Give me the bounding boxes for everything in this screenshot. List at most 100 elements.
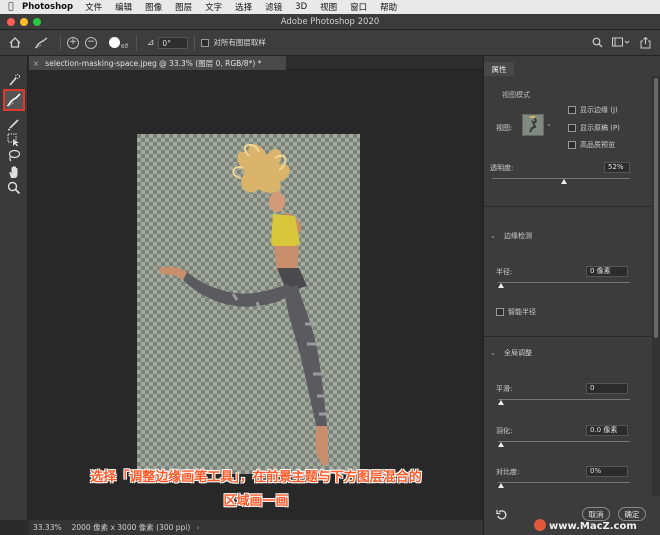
show-edge-checkbox[interactable] <box>568 106 576 114</box>
minimize-window-button[interactable] <box>20 18 28 26</box>
watermark-text: www.MacZ.com <box>549 521 637 532</box>
global-adjust-chevron-icon[interactable]: ⌄ <box>490 349 496 357</box>
menu-3d[interactable]: 3D <box>295 2 307 12</box>
section-divider <box>484 336 652 337</box>
status-bar: 33.33% 2000 像素 x 3000 像素 (300 ppi) › <box>29 520 483 535</box>
menu-image[interactable]: 图像 <box>145 1 162 13</box>
smooth-slider-thumb[interactable] <box>498 400 504 405</box>
contrast-slider-thumb[interactable] <box>498 483 504 488</box>
restore-edge-icon[interactable]: − <box>85 36 97 49</box>
menu-filter[interactable]: 滤镜 <box>265 1 282 13</box>
app-menu[interactable]: Photoshop <box>22 2 73 12</box>
angle-icon: ⊿ <box>146 37 155 48</box>
smart-radius-label: 智能半径 <box>508 308 536 316</box>
show-edge-label: 显示边缘 (J) <box>580 106 618 114</box>
show-original-checkbox[interactable] <box>568 124 576 132</box>
brush-size-value: 60 <box>121 44 128 50</box>
hq-preview-label: 高品质预览 <box>580 141 615 149</box>
apple-icon[interactable]:  <box>0 2 22 12</box>
dancer-photo <box>159 143 329 466</box>
edge-detection-chevron-icon[interactable]: ⌄ <box>490 232 496 240</box>
separator <box>194 34 196 51</box>
sample-all-layers-checkbox[interactable] <box>201 38 210 47</box>
watermark: www.MacZ.com <box>534 519 637 532</box>
quick-selection-tool-icon[interactable] <box>6 72 22 88</box>
contrast-field[interactable]: 0% <box>586 466 628 477</box>
feather-label: 羽化: <box>496 427 513 435</box>
smooth-slider[interactable] <box>498 399 630 400</box>
brush-size-picker[interactable] <box>109 37 120 48</box>
radius-slider[interactable] <box>498 282 630 283</box>
menu-layer[interactable]: 图层 <box>175 1 192 13</box>
zoom-level[interactable]: 33.33% <box>33 523 62 532</box>
opacity-slider-thumb[interactable] <box>560 179 567 184</box>
refine-edge-brush-tool-icon[interactable] <box>3 89 25 111</box>
menu-edit[interactable]: 编辑 <box>115 1 132 13</box>
feather-field[interactable]: 0.0 像素 <box>586 425 628 436</box>
lasso-tool-icon[interactable] <box>6 148 22 164</box>
options-bar: + − ⌄ ⊿ 0° 对所有图层取样 <box>0 30 660 56</box>
angle-field[interactable]: 0° <box>158 36 189 49</box>
search-icon[interactable] <box>592 37 603 50</box>
menu-window[interactable]: 窗口 <box>350 1 367 13</box>
document-tab-strip: × selection-masking-space.jpeg @ 33.3% (… <box>29 56 483 70</box>
smooth-field[interactable]: 0 <box>586 383 628 394</box>
document-tab[interactable]: × selection-masking-space.jpeg @ 33.3% (… <box>29 56 286 70</box>
close-tab-icon[interactable]: × <box>33 59 39 68</box>
object-selection-tool-icon[interactable] <box>6 132 22 148</box>
view-mode-dropdown-icon[interactable]: ⌄ <box>546 120 552 128</box>
panel-scrollbar-thumb[interactable] <box>654 78 658 338</box>
window-controls <box>7 18 41 26</box>
reset-icon[interactable] <box>496 509 508 523</box>
tutorial-caption-line-2: 区域画一画 <box>223 494 289 509</box>
global-adjust-title: 全局调整 <box>504 349 532 357</box>
canvas-area[interactable]: 选择「调整边缘画笔工具」，在前景主题与下方图层混合的 区域画一画 <box>29 70 483 520</box>
refine-edge-brush-preset-icon[interactable] <box>30 36 54 49</box>
feather-slider-thumb[interactable] <box>498 442 504 447</box>
smooth-label: 平滑: <box>496 385 513 393</box>
expand-detection-icon[interactable]: + <box>67 36 79 49</box>
watermark-logo-icon <box>534 519 546 531</box>
share-icon[interactable] <box>640 36 651 51</box>
brush-tool-icon[interactable] <box>6 116 22 132</box>
properties-panel: 属性 视图模式 视图: ⌄ 显示边缘 (J) 显示原稿 (P) 高品质预览 透明… <box>483 56 660 535</box>
home-icon[interactable] <box>0 37 30 48</box>
opacity-field[interactable]: 52% <box>604 162 630 173</box>
view-mode-thumbnail[interactable] <box>522 114 544 136</box>
contrast-slider[interactable] <box>498 482 630 483</box>
sample-all-layers-label: 对所有图层取样 <box>213 38 266 47</box>
zoom-tool-icon[interactable] <box>6 180 22 196</box>
toolbar <box>0 56 28 520</box>
menu-file[interactable]: 文件 <box>85 1 102 13</box>
view-label: 视图: <box>496 124 513 132</box>
tutorial-caption-line-1: 选择「调整边缘画笔工具」，在前景主题与下方图层混合的 <box>90 470 422 485</box>
workspace-icon[interactable] <box>612 37 630 50</box>
close-window-button[interactable] <box>7 18 15 26</box>
edge-detection-title: 边缘检测 <box>504 232 532 240</box>
radius-slider-thumb[interactable] <box>498 283 504 288</box>
menu-select[interactable]: 选择 <box>235 1 252 13</box>
separator <box>60 34 61 51</box>
menu-type[interactable]: 文字 <box>205 1 222 13</box>
document-canvas[interactable] <box>137 134 360 474</box>
opacity-label: 透明度: <box>490 164 514 172</box>
window-title: Adobe Photoshop 2020 <box>280 16 380 27</box>
hq-preview-checkbox[interactable] <box>568 141 576 149</box>
zoom-window-button[interactable] <box>33 18 41 26</box>
separator <box>135 34 137 51</box>
window-titlebar: Adobe Photoshop 2020 <box>0 14 660 30</box>
radius-field[interactable]: 0 像素 <box>586 266 628 277</box>
hand-tool-icon[interactable] <box>6 164 22 180</box>
menu-view[interactable]: 视图 <box>320 1 337 13</box>
status-chevron-icon[interactable]: › <box>196 523 199 532</box>
menu-help[interactable]: 帮助 <box>380 1 397 13</box>
section-divider <box>484 206 652 207</box>
document-tab-title: selection-masking-space.jpeg @ 33.3% (图层… <box>45 58 262 68</box>
document-info: 2000 像素 x 3000 像素 (300 ppi) <box>71 523 191 532</box>
smart-radius-checkbox[interactable] <box>496 308 504 316</box>
feather-slider[interactable] <box>498 441 630 442</box>
properties-tab[interactable]: 属性 <box>484 62 514 76</box>
view-mode-title: 视图模式 <box>502 91 530 99</box>
menubar:  Photoshop 文件 编辑 图像 图层 文字 选择 滤镜 3D 视图 窗… <box>0 0 660 14</box>
radius-label: 半径: <box>496 268 513 276</box>
